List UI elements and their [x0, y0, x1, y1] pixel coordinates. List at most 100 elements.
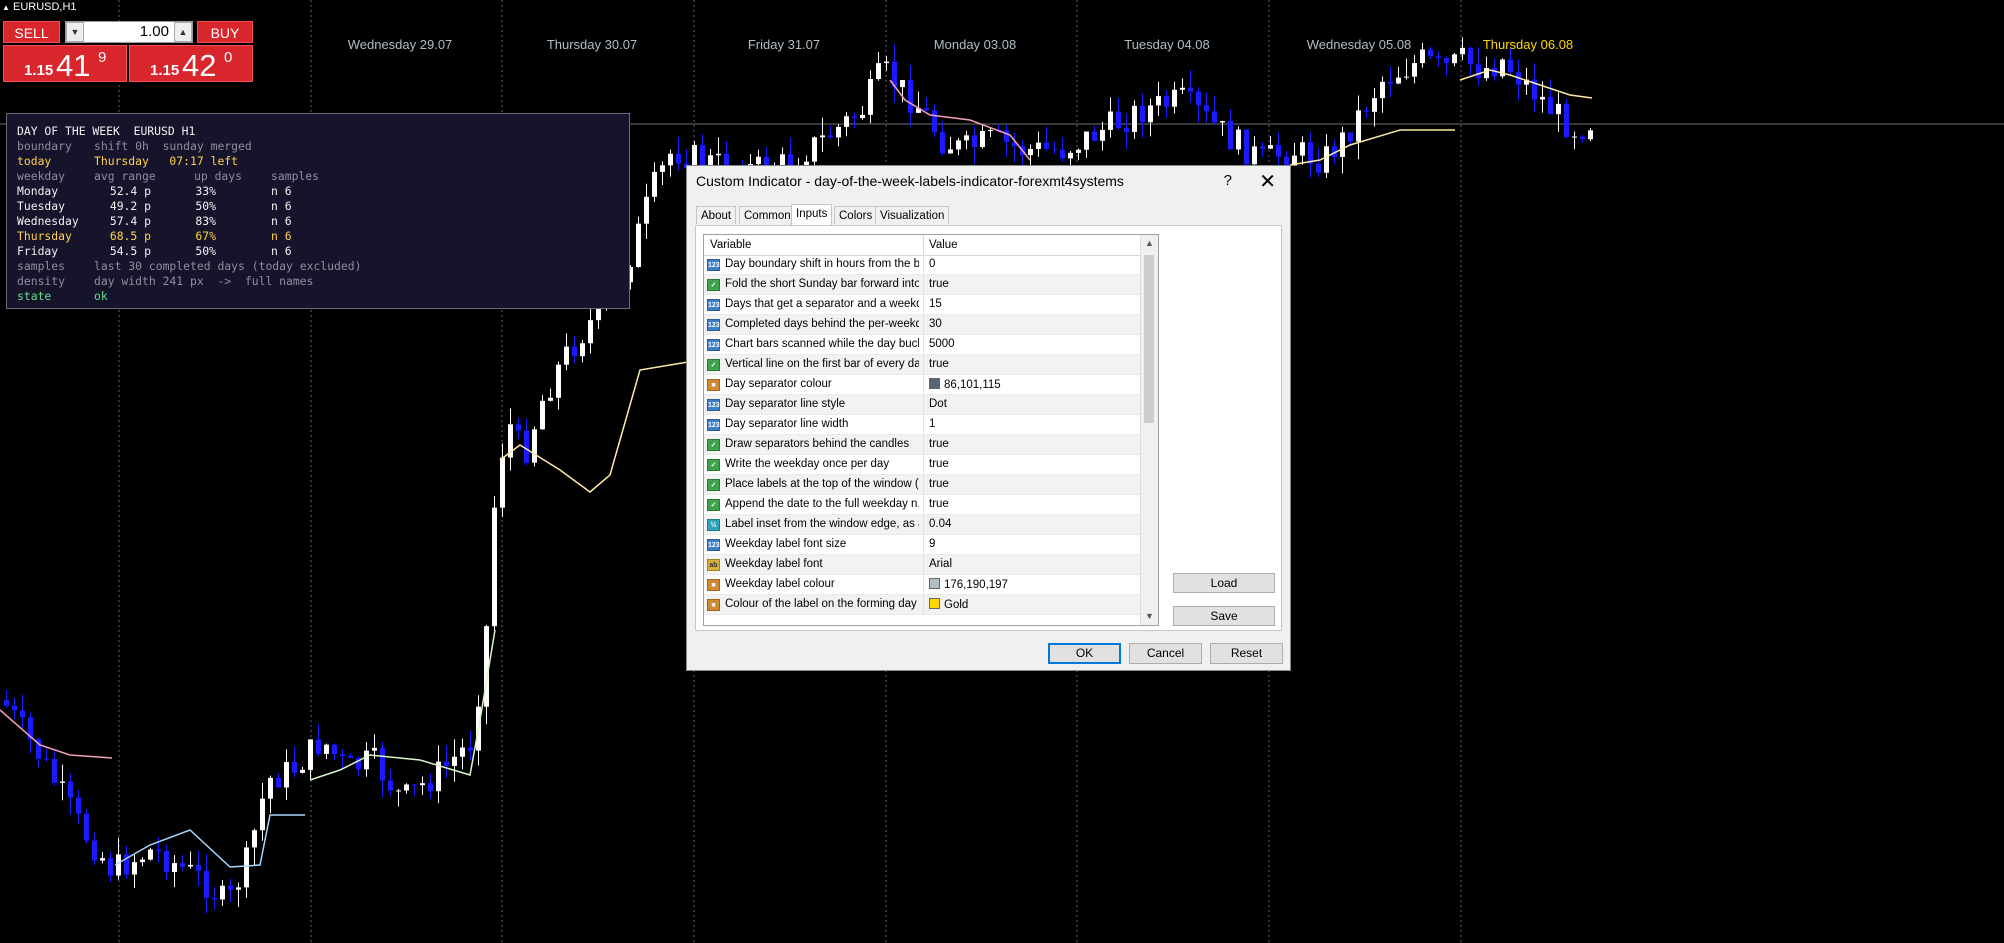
- candle-body: [964, 135, 969, 141]
- input-value[interactable]: 5000: [929, 338, 955, 350]
- lot-dropdown-icon[interactable]: ▼: [66, 22, 84, 42]
- input-row[interactable]: ■ Colour of the label on the forming day G…: [704, 595, 1141, 615]
- weekday-stats-row: Monday 52.4 p 33% n 6: [17, 184, 629, 199]
- input-value[interactable]: true: [929, 498, 949, 510]
- tab-about[interactable]: About: [696, 206, 737, 224]
- load-button[interactable]: Load: [1173, 573, 1275, 593]
- candle-body: [1564, 103, 1569, 138]
- input-value[interactable]: true: [929, 438, 949, 450]
- input-row[interactable]: 123 Day separator line width 1: [704, 415, 1141, 435]
- cancel-button[interactable]: Cancel: [1129, 643, 1202, 664]
- buy-price-prefix: 1.15: [150, 62, 180, 79]
- input-row[interactable]: ■ Weekday label colour 176,190,197: [704, 575, 1141, 595]
- candle-body: [236, 887, 241, 890]
- lot-size-stepper[interactable]: ▼ 1.00 ▲: [65, 21, 193, 43]
- color-swatch: [929, 598, 940, 609]
- input-row[interactable]: ✓ Write the weekday once per day true: [704, 455, 1141, 475]
- input-value[interactable]: 1: [929, 418, 935, 430]
- symbol-text: EURUSD,H1: [12, 1, 77, 13]
- input-row[interactable]: ✓ Append the date to the full weekday n..…: [704, 495, 1141, 515]
- col-variable-header[interactable]: Variable: [710, 239, 751, 251]
- candle-body: [940, 131, 945, 154]
- input-row[interactable]: ½ Label inset from the window edge, as a.…: [704, 515, 1141, 535]
- int-type-icon: 123: [707, 399, 720, 411]
- scroll-down-icon[interactable]: ▼: [1141, 608, 1158, 625]
- weekday-stats-row: Thursday 68.5 p 67% n 6: [17, 229, 629, 244]
- buy-price-pips: 42: [182, 48, 217, 83]
- input-value[interactable]: Dot: [929, 398, 947, 410]
- help-icon[interactable]: ?: [1224, 172, 1232, 189]
- candle-body: [1460, 47, 1465, 55]
- buy-button[interactable]: BUY: [197, 21, 253, 43]
- input-value[interactable]: 86,101,115: [929, 378, 1001, 391]
- candle-body: [1204, 105, 1209, 112]
- candle-body: [140, 859, 145, 863]
- input-row[interactable]: 123 Days that get a separator and a weekd…: [704, 295, 1141, 315]
- stats-n: n 6: [271, 184, 292, 198]
- lot-size-input[interactable]: 1.00: [86, 22, 172, 42]
- sell-button[interactable]: SELL: [3, 21, 60, 43]
- input-row[interactable]: 123 Completed days behind the per-weekd..…: [704, 315, 1141, 335]
- input-value[interactable]: true: [929, 458, 949, 470]
- candle-body: [908, 80, 913, 113]
- candle-body: [860, 114, 865, 119]
- grid-header: Variable Value: [704, 235, 1141, 256]
- input-value[interactable]: 0: [929, 258, 935, 270]
- input-value[interactable]: true: [929, 478, 949, 490]
- input-row[interactable]: ✓ Draw separators behind the candles true: [704, 435, 1141, 455]
- info-today-label: today: [17, 154, 52, 168]
- scroll-thumb[interactable]: [1144, 255, 1154, 423]
- scroll-up-icon[interactable]: ▲: [1141, 235, 1158, 252]
- buy-price[interactable]: 1.15 42 0: [129, 45, 253, 83]
- stats-up: 50%: [195, 244, 216, 258]
- input-value[interactable]: 30: [929, 318, 942, 330]
- input-row[interactable]: ✓ Fold the short Sunday bar forward into …: [704, 275, 1141, 295]
- col-value-header[interactable]: Value: [929, 239, 958, 251]
- lot-increase-icon[interactable]: ▲: [174, 22, 192, 42]
- info-density-value: day width 241 px -> full names: [94, 274, 314, 288]
- candle-body: [1444, 58, 1449, 64]
- save-button[interactable]: Save: [1173, 606, 1275, 626]
- input-value[interactable]: 0.04: [929, 518, 951, 530]
- weekday-label: Thursday 06.08: [1482, 37, 1574, 52]
- input-value[interactable]: true: [929, 358, 949, 370]
- input-value[interactable]: 176,190,197: [929, 578, 1008, 591]
- input-value-text: Dot: [929, 398, 947, 410]
- ok-button[interactable]: OK: [1048, 643, 1121, 664]
- input-row[interactable]: 123 Day separator line style Dot: [704, 395, 1141, 415]
- tab-visualization[interactable]: Visualization: [875, 206, 950, 224]
- tab-inputs[interactable]: Inputs: [791, 204, 833, 225]
- grid-scrollbar[interactable]: ▲ ▼: [1140, 235, 1158, 625]
- input-row[interactable]: ■ Day separator colour 86,101,115: [704, 375, 1141, 395]
- candle-body: [1508, 59, 1513, 73]
- weekday-stats-row: Tuesday 49.2 p 50% n 6: [17, 199, 629, 214]
- input-row[interactable]: ab Weekday label font Arial: [704, 555, 1141, 575]
- input-row[interactable]: 123 Chart bars scanned while the day buck…: [704, 335, 1141, 355]
- candle-body: [868, 79, 873, 115]
- sell-price[interactable]: 1.15 41 9: [3, 45, 127, 83]
- input-row[interactable]: 123 Weekday label font size 9: [704, 535, 1141, 555]
- input-row[interactable]: 123 Day boundary shift in hours from the …: [704, 255, 1141, 275]
- input-value[interactable]: 15: [929, 298, 942, 310]
- chart-collapse-icon[interactable]: ▲: [2, 3, 10, 12]
- candle-body: [1124, 128, 1129, 132]
- moving-average-line: [499, 361, 689, 493]
- close-icon[interactable]: ✕: [1259, 169, 1276, 194]
- stats-up: 33%: [195, 184, 216, 198]
- input-value[interactable]: Arial: [929, 558, 952, 570]
- candle-body: [348, 755, 353, 758]
- info-density-label: density: [17, 274, 66, 288]
- candle-body: [204, 870, 209, 899]
- candle-body: [1268, 145, 1273, 149]
- input-row[interactable]: ✓ Vertical line on the first bar of every…: [704, 355, 1141, 375]
- input-row[interactable]: ✓ Place labels at the top of the window (…: [704, 475, 1141, 495]
- input-value[interactable]: 9: [929, 538, 935, 550]
- tab-common[interactable]: Common: [739, 206, 796, 224]
- reset-button[interactable]: Reset: [1210, 643, 1283, 664]
- candle-body: [252, 830, 257, 848]
- input-value[interactable]: true: [929, 278, 949, 290]
- input-value[interactable]: Gold: [929, 598, 968, 611]
- input-variable-name: Vertical line on the first bar of every …: [725, 358, 919, 370]
- tab-colors[interactable]: Colors: [834, 206, 878, 224]
- info-col-range: avg range: [94, 169, 156, 183]
